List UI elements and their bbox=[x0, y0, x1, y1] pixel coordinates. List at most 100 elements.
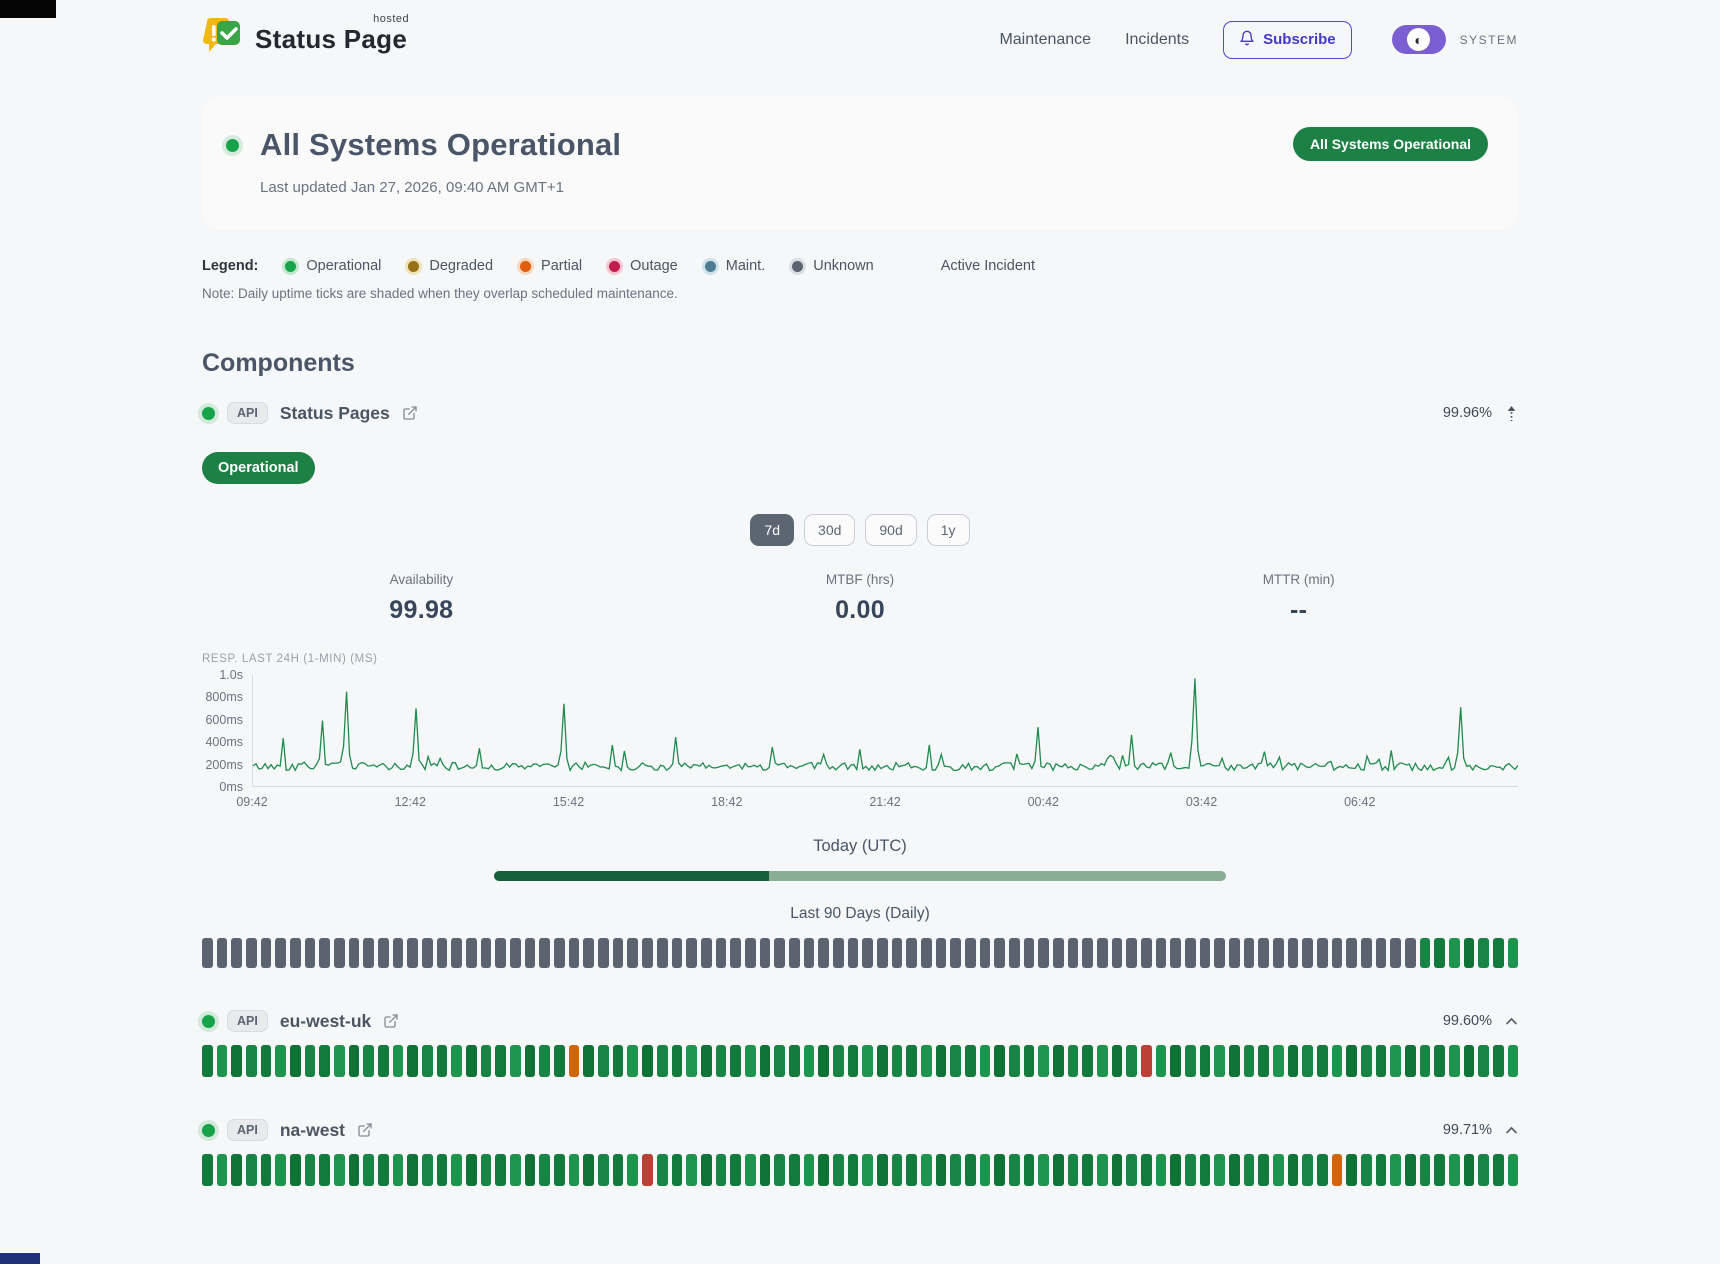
uptime-tick bbox=[642, 1154, 653, 1186]
uptime-tick bbox=[1302, 1045, 1313, 1077]
external-link-icon[interactable] bbox=[402, 405, 418, 421]
uptime-tick bbox=[980, 1045, 991, 1077]
uptime-tick bbox=[1068, 1045, 1079, 1077]
contrast-icon: ◐ bbox=[1407, 28, 1430, 51]
uptime-tick bbox=[730, 938, 741, 968]
component-name-link[interactable]: eu-west-uk bbox=[280, 1011, 371, 1032]
uptime-tick bbox=[261, 1154, 272, 1186]
external-link-icon[interactable] bbox=[357, 1122, 373, 1138]
uptime-tick bbox=[1434, 1045, 1445, 1077]
chart-y-axis: 1.0s800ms600ms400ms200ms0ms bbox=[202, 675, 252, 787]
uptime-tick bbox=[334, 1154, 345, 1186]
x-axis-label: 03:42 bbox=[1186, 795, 1217, 809]
uptime-tick bbox=[305, 1154, 316, 1186]
uptime-tick bbox=[1024, 1045, 1035, 1077]
range-button-7d[interactable]: 7d bbox=[750, 514, 794, 546]
uptime-tick bbox=[510, 938, 521, 968]
uptime-tick bbox=[495, 1045, 506, 1077]
uptime-tick bbox=[334, 938, 345, 968]
theme-toggle[interactable]: ◐ bbox=[1392, 25, 1446, 54]
expand-chevron-icon[interactable] bbox=[1505, 1016, 1518, 1026]
uptime-tick bbox=[877, 1045, 888, 1077]
uptime-tick bbox=[202, 1154, 213, 1186]
nav-incidents[interactable]: Incidents bbox=[1125, 31, 1189, 49]
uptime-tick bbox=[833, 1154, 844, 1186]
uptime-tick bbox=[1053, 1045, 1064, 1077]
uptime-tick bbox=[774, 938, 785, 968]
uptime-tick bbox=[921, 1045, 932, 1077]
range-button-90d[interactable]: 90d bbox=[865, 514, 916, 546]
uptime-tick bbox=[1361, 1154, 1372, 1186]
expand-chevron-icon[interactable] bbox=[1505, 1125, 1518, 1135]
uptime-tick bbox=[1376, 1045, 1387, 1077]
component-name-link[interactable]: Status Pages bbox=[280, 403, 390, 424]
uptime-tick bbox=[1170, 1045, 1181, 1077]
uptime-tick bbox=[202, 938, 213, 968]
uptime-tick bbox=[1493, 1154, 1504, 1186]
uptime-tick bbox=[261, 938, 272, 968]
x-axis-label: 06:42 bbox=[1344, 795, 1375, 809]
subscribe-button[interactable]: Subscribe bbox=[1223, 21, 1352, 59]
uptime-tick bbox=[569, 1154, 580, 1186]
uptime-tick bbox=[407, 1045, 418, 1077]
uptime-tick bbox=[1214, 1154, 1225, 1186]
uptime-tick bbox=[745, 938, 756, 968]
uptime-tick bbox=[716, 1045, 727, 1077]
uptime-tick bbox=[1273, 1154, 1284, 1186]
history-label: Last 90 Days (Daily) bbox=[202, 905, 1518, 923]
external-link-icon[interactable] bbox=[383, 1013, 399, 1029]
theme-toggle-group: ◐ SYSTEM bbox=[1392, 25, 1518, 54]
uptime-tick bbox=[349, 1045, 360, 1077]
uptime-tick bbox=[422, 1045, 433, 1077]
uptime-tick bbox=[716, 1154, 727, 1186]
uptime-tick bbox=[569, 938, 580, 968]
uptime-tick bbox=[1332, 938, 1343, 968]
uptime-tick bbox=[305, 938, 316, 968]
brand[interactable]: Status Page hosted bbox=[202, 16, 407, 63]
collapse-arrow-icon[interactable] bbox=[1505, 405, 1518, 422]
uptime-tick bbox=[1229, 1045, 1240, 1077]
uptime-tick bbox=[745, 1045, 756, 1077]
subscribe-label: Subscribe bbox=[1263, 31, 1336, 48]
uptime-tick bbox=[818, 938, 829, 968]
bell-icon bbox=[1239, 30, 1255, 50]
uptime-tick bbox=[378, 1154, 389, 1186]
uptime-tick bbox=[760, 938, 771, 968]
nav-maintenance[interactable]: Maintenance bbox=[999, 31, 1091, 49]
uptime-tick bbox=[1434, 1154, 1445, 1186]
uptime-tick bbox=[627, 938, 638, 968]
range-button-30d[interactable]: 30d bbox=[804, 514, 855, 546]
uptime-tick bbox=[1185, 1045, 1196, 1077]
uptime-tick bbox=[554, 938, 565, 968]
uptime-tick bbox=[921, 1154, 932, 1186]
uptime-tick bbox=[1346, 1154, 1357, 1186]
uptime-tick bbox=[1038, 1154, 1049, 1186]
uptime-tick bbox=[980, 938, 991, 968]
uptime-tick bbox=[319, 1154, 330, 1186]
uptime-tick bbox=[525, 1045, 536, 1077]
stat-availability: Availability 99.98 bbox=[202, 572, 641, 625]
component-name-link[interactable]: na-west bbox=[280, 1120, 345, 1141]
uptime-tick bbox=[1420, 938, 1431, 968]
uptime-tick bbox=[583, 1154, 594, 1186]
stat-mtbf: MTBF (hrs) 0.00 bbox=[641, 572, 1080, 625]
uptime-tick bbox=[848, 1045, 859, 1077]
uptime-tick bbox=[1508, 938, 1519, 968]
uptime-tick bbox=[1478, 938, 1489, 968]
uptime-tick bbox=[686, 1045, 697, 1077]
x-axis-label: 15:42 bbox=[553, 795, 584, 809]
uptime-history-bar bbox=[202, 938, 1518, 968]
uptime-tick bbox=[1244, 1045, 1255, 1077]
legend-note: Note: Daily uptime ticks are shaded when… bbox=[202, 286, 1518, 301]
status-hero-card: All Systems Operational Last updated Jan… bbox=[202, 97, 1518, 230]
main-nav: Maintenance Incidents Subscribe ◐ SYSTEM bbox=[999, 21, 1518, 59]
uptime-tick bbox=[246, 1045, 257, 1077]
uptime-tick bbox=[217, 1154, 228, 1186]
uptime-tick bbox=[701, 1154, 712, 1186]
uptime-tick bbox=[1390, 1154, 1401, 1186]
uptime-tick bbox=[525, 1154, 536, 1186]
uptime-tick bbox=[1097, 1045, 1108, 1077]
range-button-1y[interactable]: 1y bbox=[927, 514, 970, 546]
uptime-tick bbox=[965, 1045, 976, 1077]
uptime-tick bbox=[877, 1154, 888, 1186]
